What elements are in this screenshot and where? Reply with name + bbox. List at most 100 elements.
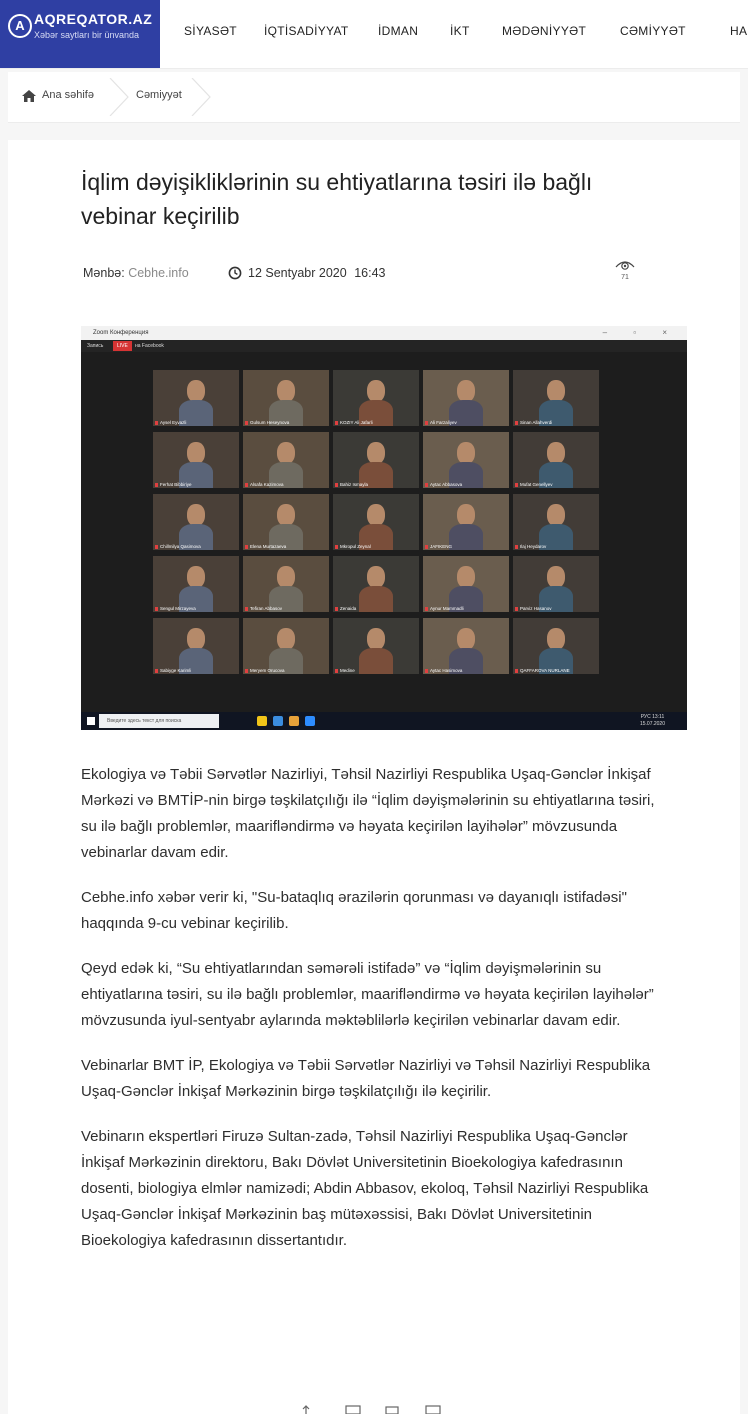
participant-tile: Sinan Allahverdi	[513, 370, 599, 426]
participant-name: Chillmilya Qasimova	[155, 544, 201, 549]
participant-avatar	[367, 504, 385, 526]
participant-avatar	[277, 566, 295, 588]
logo-mark-icon: A	[8, 14, 32, 38]
participant-avatar	[277, 504, 295, 526]
participant-tile: Aytac Hasimova	[423, 618, 509, 674]
participant-tile: Medine	[333, 618, 419, 674]
participant-avatar	[457, 380, 475, 402]
print-icon[interactable]	[345, 1405, 361, 1414]
mail-icon[interactable]	[385, 1406, 399, 1414]
article-paragraph: Ekologiya və Təbii Sərvətlər Nazirliyi, …	[81, 766, 655, 861]
participant-tile: Alsafa Kazimova	[243, 432, 329, 488]
participant-tile: Aytac Abbasova	[423, 432, 509, 488]
participant-name: Aytac Hasimova	[425, 668, 462, 673]
nav-item-hadise[interactable]: HADİ	[730, 24, 748, 38]
nav-item-medeniyyet[interactable]: MƏDƏNİYYƏT	[502, 24, 586, 38]
participant-name: Meryem Orucova	[245, 668, 285, 673]
edge-browser-icon	[273, 716, 283, 726]
bookmark-icon[interactable]	[425, 1405, 441, 1414]
participant-name: Mkropul Zeynal	[335, 544, 371, 549]
site-logo[interactable]: A AQREQATOR.AZ Xəbər saytları bir ünvand…	[0, 0, 160, 68]
view-counter: 71	[610, 258, 640, 281]
nav-item-cemiyyet[interactable]: CƏMİYYƏT	[620, 24, 686, 38]
participant-grid: Aysel Eyvazli Gulsum Heseynova KOZIY Ali J…	[153, 370, 599, 674]
participant-avatar	[367, 442, 385, 464]
source-label: Mənbə:	[83, 266, 125, 280]
article-datetime: 12 Sentyabr 2020 16:43	[248, 266, 385, 280]
taskbar-search: Введите здесь текст для поиска	[99, 714, 219, 728]
article-card: İqlim dəyişikliklərinin su ehtiyatlarına…	[8, 140, 740, 1414]
participant-name: Mufat Genellyev	[515, 482, 553, 487]
participant-tile: Mkropul Zeynal	[333, 494, 419, 550]
participant-body	[449, 524, 483, 550]
participant-name: Ferhat Bibbiriye	[155, 482, 192, 487]
participant-avatar	[547, 504, 565, 526]
chrome-icon	[289, 716, 299, 726]
tray-date: 15.07.2020	[639, 721, 665, 727]
participant-tile: Parviz Hasanov	[513, 556, 599, 612]
share-toolbar	[302, 1405, 441, 1414]
participant-avatar	[547, 566, 565, 588]
nav-item-iqtisadiyyat[interactable]: İQTİSADİYYAT	[264, 24, 349, 38]
participant-avatar	[187, 380, 205, 402]
clock-icon	[228, 266, 242, 280]
participant-name: Aysel Eyvazli	[155, 420, 186, 425]
participant-avatar	[187, 566, 205, 588]
article-time: 16:43	[354, 266, 386, 280]
participant-avatar	[547, 380, 565, 402]
participant-tile: Tefiran Abbasov	[243, 556, 329, 612]
nav-item-siyaset[interactable]: SİYASƏT	[184, 24, 237, 38]
tray-time: 13:11	[652, 714, 665, 720]
participant-avatar	[277, 380, 295, 402]
participant-avatar	[367, 566, 385, 588]
participant-name: Zenaida	[335, 606, 356, 611]
breadcrumb-separator-icon	[109, 78, 129, 116]
participant-tile: KOZIY Ali Jafarli	[333, 370, 419, 426]
participant-tile: Sengul Mirzayeva	[153, 556, 239, 612]
participant-avatar	[547, 628, 565, 650]
participant-tile: Bahiz Ismayla	[333, 432, 419, 488]
logo-name: AQREQATOR.AZ	[34, 11, 153, 27]
breadcrumb-home[interactable]: Ana səhifə	[42, 89, 94, 101]
participant-avatar	[547, 442, 565, 464]
zoom-window-title: Zoom Конференция	[93, 330, 149, 336]
share-icon[interactable]	[302, 1405, 310, 1414]
file-explorer-icon	[257, 716, 267, 726]
participant-name: Aytac Abbasova	[425, 482, 462, 487]
zoom-live-target: на Facebook	[135, 343, 164, 349]
home-icon[interactable]	[22, 90, 36, 102]
article-paragraph: Qeyd edək ki, “Su ehtiyatlarından səmərə…	[81, 960, 654, 1029]
main-nav: SİYASƏT İQTİSADİYYAT İDMAN İKT MƏDƏNİYYƏ…	[160, 0, 748, 68]
breadcrumb: Ana səhifə Cəmiyyət	[8, 72, 740, 123]
participant-name: Alsafa Kazimova	[245, 482, 284, 487]
participant-avatar	[187, 628, 205, 650]
participant-avatar	[457, 504, 475, 526]
participant-tile: QAFFAROVA NURLANE	[513, 618, 599, 674]
nav-item-idman[interactable]: İDMAN	[378, 24, 418, 38]
participant-name: Ilaj Heydarov	[515, 544, 546, 549]
participant-name: Parviz Hasanov	[515, 606, 552, 611]
participant-name: Elena Murtazaeva	[245, 544, 286, 549]
eye-icon	[615, 261, 635, 270]
participant-name: Bahiz Ismayla	[335, 482, 368, 487]
participant-name: KOZIY Ali Jafarli	[335, 420, 373, 425]
participant-tile: Ilaj Heydarov	[513, 494, 599, 550]
article-paragraph: Vebinarlar BMT İP, Ekologiya və Təbii Sə…	[81, 1057, 651, 1100]
source-link[interactable]: Cebhe.info	[128, 266, 188, 280]
views-count: 71	[621, 274, 629, 281]
article-paragraph: Vebinarın ekspertləri Firuzə Sultan-zadə…	[81, 1128, 649, 1249]
nav-item-ikt[interactable]: İKT	[450, 24, 470, 38]
participant-name: Sengul Mirzayeva	[155, 606, 196, 611]
participant-tile: Elena Murtazaeva	[243, 494, 329, 550]
breadcrumb-separator-icon	[191, 78, 211, 116]
breadcrumb-current[interactable]: Cəmiyyət	[136, 89, 182, 101]
participant-name: QAFFAROVA NURLANE	[515, 668, 570, 673]
participant-tile: Gulsum Heseynova	[243, 370, 329, 426]
participant-name: Ali Farzaliyev	[425, 420, 457, 425]
zoom-app-icon	[305, 716, 315, 726]
participant-name: JAFIKENG	[425, 544, 452, 549]
windows-taskbar: Введите здесь текст для поиска РУС 13:11…	[81, 712, 687, 730]
participant-tile: Zenaida	[333, 556, 419, 612]
article-title: İqlim dəyişikliklərinin su ehtiyatlarına…	[81, 169, 593, 229]
participant-tile: Ali Farzaliyev	[423, 370, 509, 426]
